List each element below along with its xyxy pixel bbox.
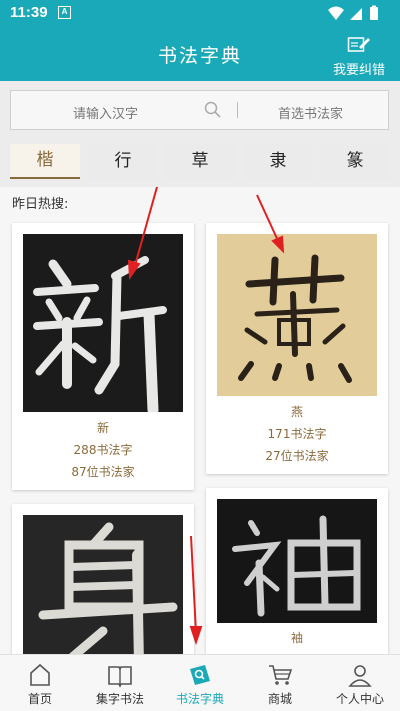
notification-icon: A	[58, 6, 71, 19]
nav-home-label: 首页	[27, 692, 52, 706]
artist-count: 87位书法家	[71, 465, 135, 479]
char-card-xiu[interactable]: 袖	[206, 488, 388, 654]
char-name: 新	[96, 421, 109, 435]
cart-icon	[269, 665, 293, 685]
char-card-xin[interactable]: 新 288书法字 87位书法家	[12, 223, 194, 490]
tab-zhuan[interactable]: 篆	[320, 144, 390, 179]
nav-shop-label: 商城	[267, 692, 292, 706]
nav-dictionary-label: 书法字典	[175, 692, 224, 706]
calligraphy-image	[217, 499, 377, 623]
hot-search-label: 昨日热搜:	[12, 197, 69, 212]
nav-profile[interactable]: 个人中心	[320, 655, 400, 711]
char-card-shen[interactable]	[12, 504, 194, 654]
script-style-tabs: 楷 行 草 隶 篆	[10, 144, 390, 179]
signal-icon	[350, 8, 362, 20]
calligraphy-image	[217, 234, 377, 396]
report-error-button[interactable]: 我要纠错	[330, 35, 388, 78]
char-name: 燕	[290, 405, 303, 419]
edit-icon	[347, 37, 370, 52]
bottom-nav: 首页 集字书法 书法字典 商城 个人中心	[0, 654, 400, 711]
nav-home[interactable]: 首页	[0, 655, 80, 711]
status-icons	[326, 5, 390, 25]
nav-dictionary[interactable]: 书法字典	[160, 655, 240, 711]
person-icon	[348, 665, 372, 687]
battery-icon	[370, 7, 378, 20]
calligraphy-image	[23, 515, 183, 654]
nav-collection-label: 集字书法	[95, 692, 144, 706]
search-icon[interactable]	[204, 101, 222, 123]
calligrapher-select[interactable]: 首选书法家	[278, 103, 343, 122]
report-error-label: 我要纠错	[332, 63, 385, 78]
search-bar: 请输入汉字 首选书法家	[10, 90, 389, 130]
char-name: 袖	[290, 631, 303, 645]
nav-shop[interactable]: 商城	[240, 655, 320, 711]
char-count: 288书法字	[73, 443, 133, 457]
status-bar: 11:39 A	[0, 0, 400, 26]
tab-kai[interactable]: 楷	[10, 144, 80, 179]
nav-profile-label: 个人中心	[335, 692, 384, 706]
book-icon	[108, 666, 132, 688]
hot-search-section: 昨日热搜: 新 288书法字 87位书法家 燕 171书法字 27位书法家 袖	[0, 187, 400, 654]
wifi-icon	[328, 6, 344, 20]
status-time: 11:39	[10, 4, 48, 21]
tab-cao[interactable]: 草	[165, 144, 235, 179]
tab-li[interactable]: 隶	[243, 144, 313, 179]
home-icon	[30, 663, 50, 686]
calligraphy-image	[23, 234, 183, 412]
search-divider	[237, 102, 238, 118]
search-input[interactable]: 请输入汉字	[73, 103, 138, 122]
tab-xing[interactable]: 行	[88, 144, 158, 179]
char-card-yan[interactable]: 燕 171书法字 27位书法家	[206, 223, 388, 474]
artist-count: 27位书法家	[265, 449, 329, 463]
app-header: 书法字典 我要纠错	[0, 26, 400, 81]
nav-collection[interactable]: 集字书法	[80, 655, 160, 711]
char-count: 171书法字	[267, 427, 327, 441]
dictionary-icon	[190, 665, 210, 685]
